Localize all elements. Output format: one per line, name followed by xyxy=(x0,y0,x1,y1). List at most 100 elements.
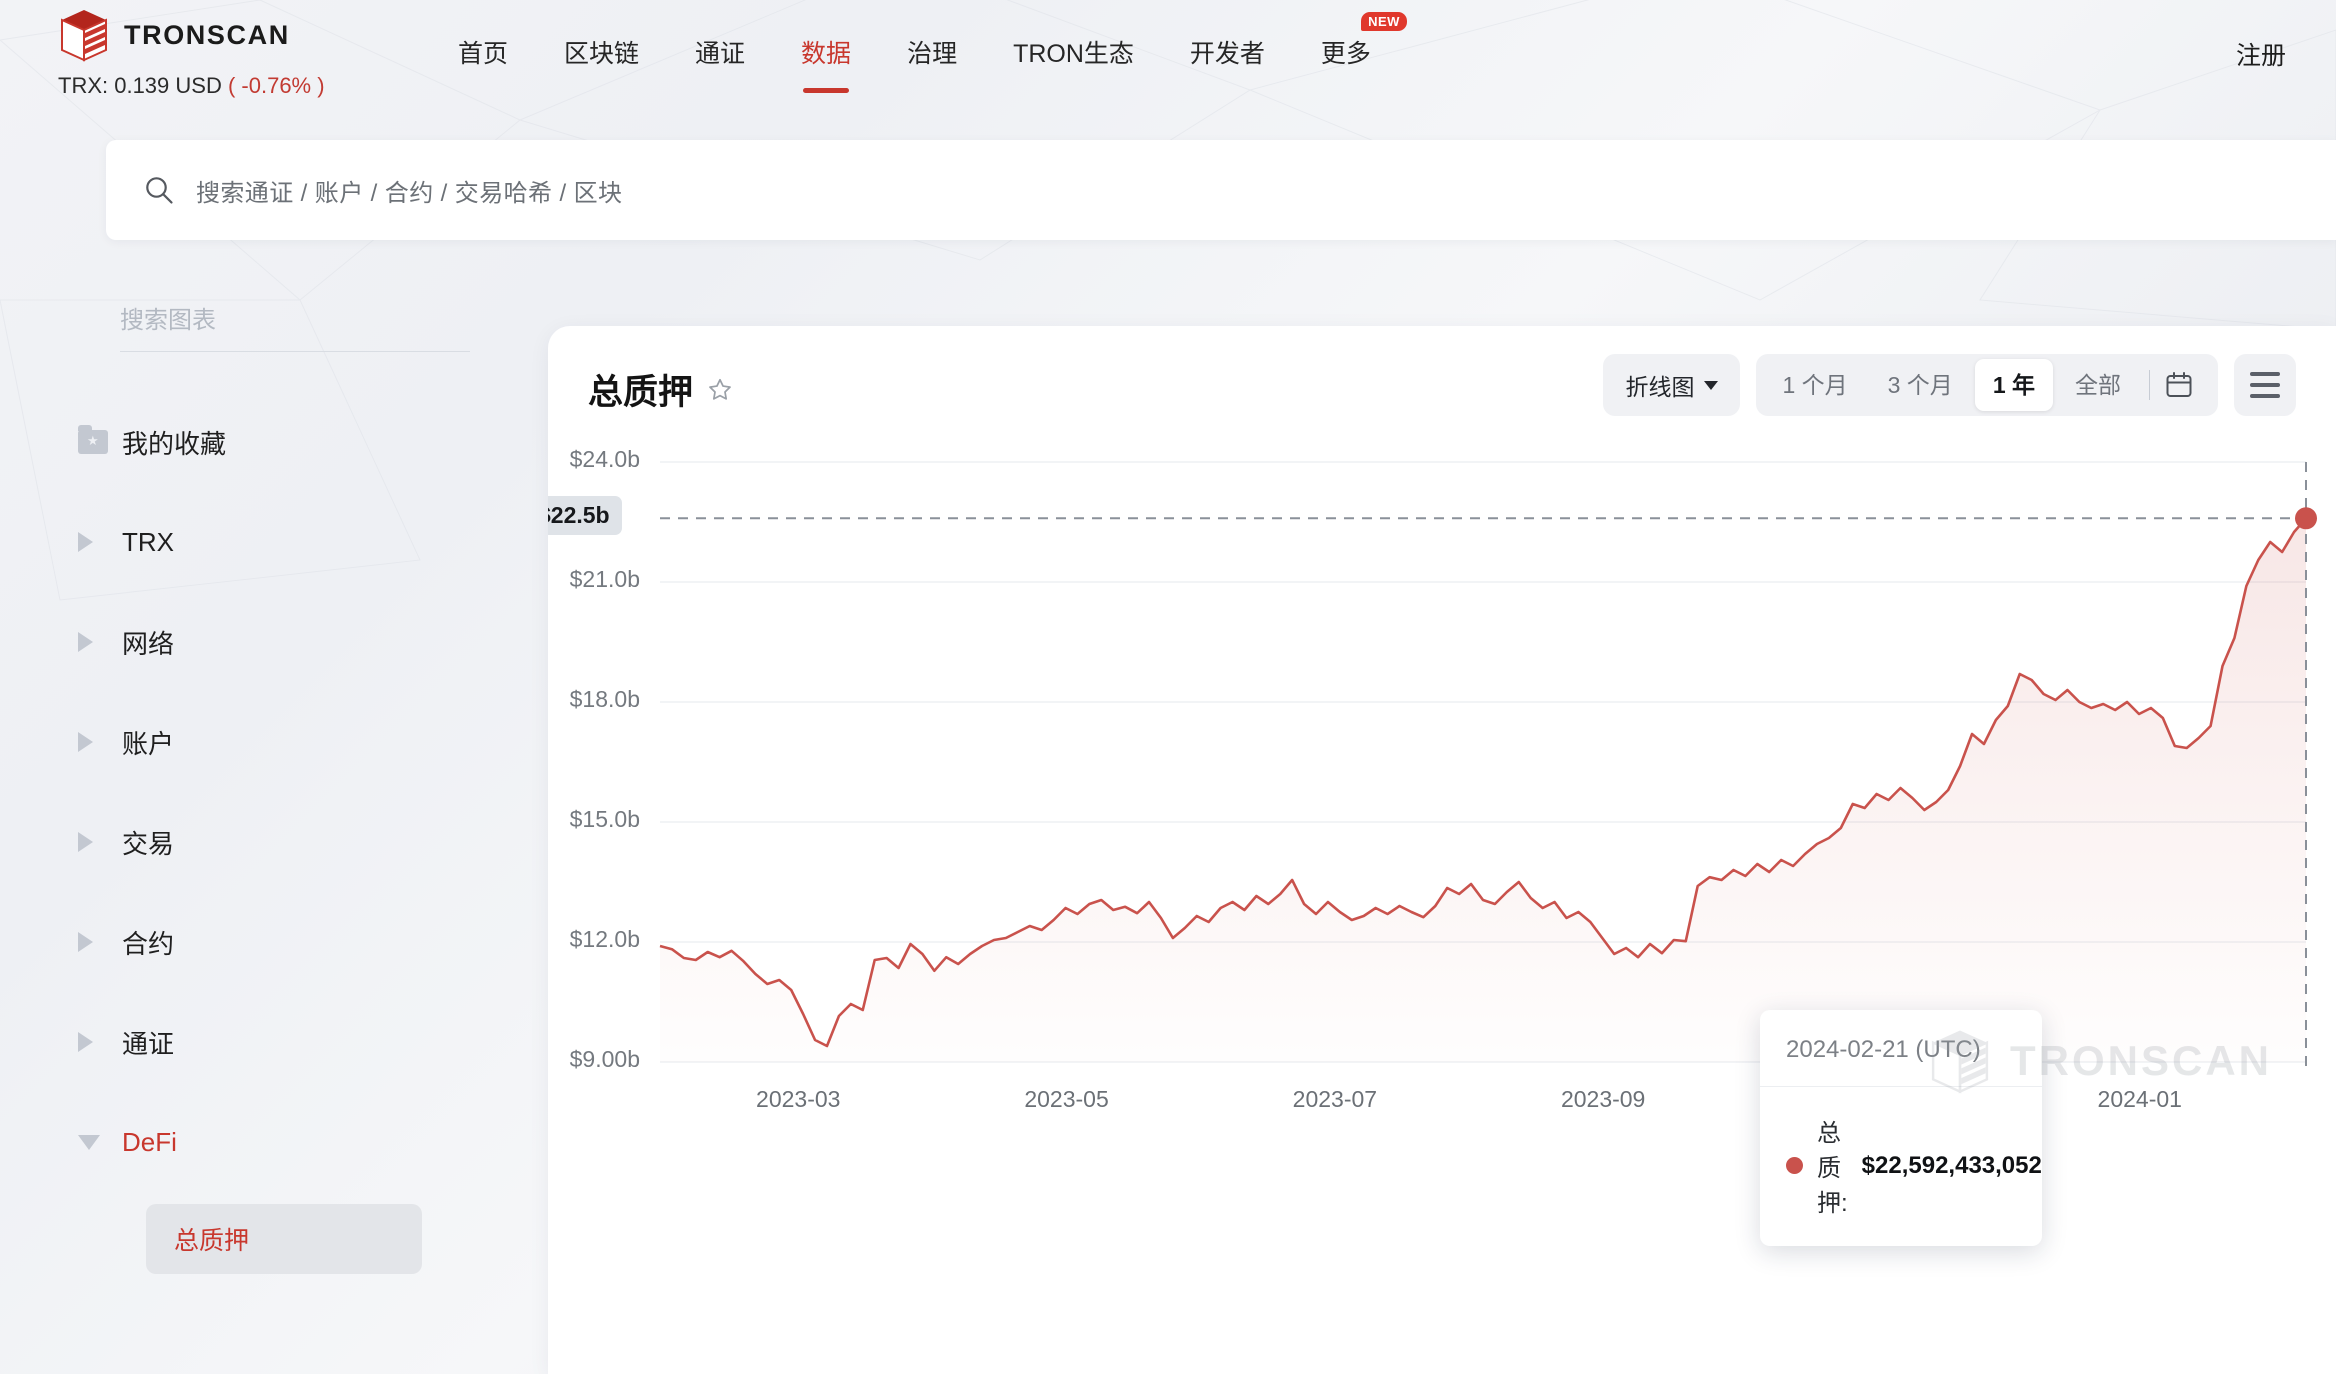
nav-item-2[interactable]: 区块链 xyxy=(536,34,667,70)
nav-item-label: 数据 xyxy=(801,40,852,68)
sidebar-item-label: DeFi xyxy=(122,1126,177,1157)
sidebar-search-input[interactable]: 搜索图表 xyxy=(120,300,470,352)
tooltip-series-value: $22,592,433,052 xyxy=(1861,1151,2042,1179)
register-button[interactable]: 注册 xyxy=(2236,36,2286,72)
nav-item-label: 通证 xyxy=(695,40,746,68)
chart-card: 总质押 折线图 1 个月 3 个月 1 年全部 $9.00b $12.0b $1… xyxy=(548,326,2336,1374)
chevron-right-icon xyxy=(78,832,93,852)
chevron-down-icon xyxy=(78,1134,100,1150)
chevron-down-icon xyxy=(1704,380,1719,390)
y-axis-highlight-tick: $22.5b xyxy=(548,496,622,536)
sidebar-item-5[interactable]: 交易 xyxy=(0,792,470,892)
sidebar-list: 我的收藏 TRX 网络账户交易合约通证 DeFi xyxy=(0,392,470,1192)
x-axis-tick: 2023-09 xyxy=(1560,1086,1646,1112)
range-button-3[interactable]: 1 年 xyxy=(1974,359,2053,411)
new-badge: NEW xyxy=(1361,12,1407,31)
sidebar-item-4[interactable]: 账户 xyxy=(0,692,470,792)
chevron-right-icon xyxy=(78,532,112,552)
folder-star-icon xyxy=(78,425,108,454)
range-button-4[interactable]: 全部 xyxy=(2057,359,2139,411)
y-axis-tick: $24.0b xyxy=(569,446,640,472)
search-icon xyxy=(146,177,173,204)
chevron-right-icon xyxy=(78,932,93,952)
nav-item-6[interactable]: TRON生态 xyxy=(985,34,1162,70)
chevron-down-icon xyxy=(78,1134,112,1150)
y-axis-tick: $12.0b xyxy=(569,926,640,952)
nav-active-underline xyxy=(803,88,850,93)
range-button-1[interactable]: 1 个月 xyxy=(1764,359,1865,411)
tronscan-watermark-icon xyxy=(1931,1030,1989,1094)
tooltip-series-label: 总质押: xyxy=(1817,1120,1848,1217)
chevron-right-icon xyxy=(78,632,112,652)
y-axis-tick: $18.0b xyxy=(569,686,640,712)
chevron-right-icon xyxy=(78,732,93,752)
sidebar-item-total-staked[interactable]: 总质押 xyxy=(146,1204,422,1274)
nav-item-label: 首页 xyxy=(458,40,509,68)
brand-logo[interactable]: TRONSCAN xyxy=(58,8,290,62)
y-axis-tick: $9.00b xyxy=(569,1046,640,1072)
chevron-right-icon xyxy=(78,932,112,952)
sidebar-item-label: 网络 xyxy=(122,628,175,659)
tooltip-series-dot xyxy=(1786,1157,1803,1174)
chart-controls: 折线图 1 个月 3 个月 1 年全部 xyxy=(1603,354,2296,416)
chevron-right-icon xyxy=(78,532,93,552)
trx-price-change: ( -0.76% ) xyxy=(227,73,325,98)
brand-name: TRONSCAN xyxy=(124,19,290,50)
chevron-right-icon xyxy=(78,832,112,852)
hamburger-menu-icon xyxy=(2250,383,2280,387)
sidebar-item-label: 合约 xyxy=(122,928,175,959)
chevron-right-icon xyxy=(78,1032,93,1052)
chart-title-text: 总质押 xyxy=(588,373,694,412)
x-axis-tick: 2023-03 xyxy=(756,1086,841,1112)
chart-menu-button[interactable] xyxy=(2234,354,2296,416)
main-nav: 首页 区块链 通证 数据 治理 TRON生态 开发者 更多 NEW xyxy=(430,12,1407,93)
nav-item-label: TRON生态 xyxy=(1013,40,1134,68)
y-axis-tick: $21.0b xyxy=(569,566,640,592)
chart-card-header: 总质押 折线图 1 个月 3 个月 1 年全部 xyxy=(548,326,2336,442)
sidebar-item-3[interactable]: 网络 xyxy=(0,592,470,692)
trx-price-value: TRX: 0.139 USD xyxy=(58,73,222,98)
tooltip-row: 总质押: $22,592,433,052 xyxy=(1760,1087,2042,1246)
range-button-2[interactable]: 3 个月 xyxy=(1870,359,1971,411)
global-search[interactable]: 搜索通证 / 账户 / 合约 / 交易哈希 / 区块 xyxy=(106,140,2336,240)
hamburger-menu-icon xyxy=(2250,372,2280,376)
sidebar-item-8[interactable]: DeFi xyxy=(0,1092,470,1192)
folder-star-icon xyxy=(78,425,112,454)
chevron-right-icon xyxy=(78,732,112,752)
chevron-right-icon xyxy=(78,632,93,652)
tronscan-logo-icon xyxy=(61,10,107,62)
sidebar-item-label: 通证 xyxy=(122,1028,175,1059)
hamburger-menu-icon xyxy=(2250,394,2280,398)
chart-type-select[interactable]: 折线图 xyxy=(1603,354,1741,416)
sidebar-item-6[interactable]: 合约 xyxy=(0,892,470,992)
sidebar-item-7[interactable]: 通证 xyxy=(0,992,470,1092)
sidebar-item-1[interactable]: 我的收藏 xyxy=(0,392,470,492)
sidebar-item-label: 交易 xyxy=(122,828,175,859)
nav-item-1[interactable]: 首页 xyxy=(430,34,536,70)
nav-item-label: 区块链 xyxy=(564,40,640,68)
nav-item-4[interactable]: 数据 xyxy=(773,34,879,93)
nav-item-3[interactable]: 通证 xyxy=(667,34,773,70)
sidebar-item-label: 我的收藏 xyxy=(122,428,227,459)
nav-item-7[interactable]: 开发者 xyxy=(1162,34,1293,70)
watermark-text: TRONSCAN xyxy=(2010,1037,2272,1084)
star-outline-icon[interactable] xyxy=(707,377,733,403)
x-axis-tick: 2023-05 xyxy=(1024,1086,1109,1112)
calendar-icon[interactable] xyxy=(2164,370,2194,400)
sidebar-item-label: 账户 xyxy=(122,728,175,759)
x-axis-tick: 2023-07 xyxy=(1292,1086,1378,1112)
trx-price: TRX: 0.139 USD ( -0.76% ) xyxy=(58,73,325,99)
time-range-group: 1 个月 3 个月 1 年全部 xyxy=(1756,354,2218,416)
divider xyxy=(2149,370,2150,400)
nav-item-5[interactable]: 治理 xyxy=(879,34,985,70)
sidebar-item-label: TRX xyxy=(122,526,174,557)
sidebar-item-2[interactable]: TRX xyxy=(0,492,470,592)
nav-item-8[interactable]: 更多 NEW xyxy=(1293,12,1407,70)
nav-item-label: 更多 xyxy=(1320,40,1371,68)
site-header: TRONSCAN TRX: 0.139 USD ( -0.76% ) 首页 区块链… xyxy=(0,0,2336,130)
chart-plot-area: $9.00b $12.0b $15.0b $18.0b $21.0b $24.0b $22.… xyxy=(548,442,2336,1246)
chart-watermark: TRONSCAN xyxy=(1928,1028,2272,1094)
page-title: 总质押 xyxy=(588,364,733,415)
nav-item-label: 开发者 xyxy=(1189,40,1265,68)
search-placeholder: 搜索通证 / 账户 / 合约 / 交易哈希 / 区块 xyxy=(196,179,623,207)
